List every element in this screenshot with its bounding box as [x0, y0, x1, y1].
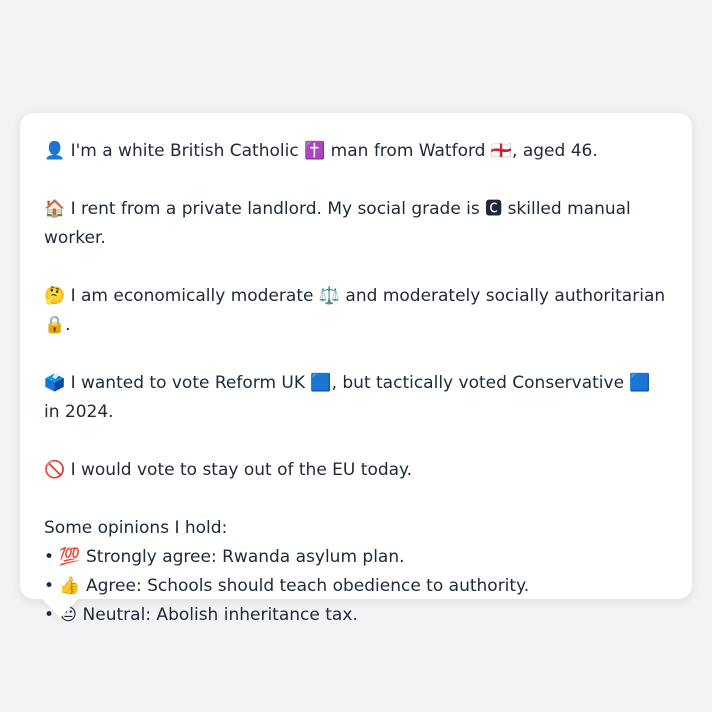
opinion-item: • 💯 Strongly agree: Rwanda asylum plan.: [44, 547, 405, 567]
politics-line: 🤔 I am economically moderate ⚖️ and mode…: [44, 286, 666, 335]
chat-bubble: 👤 I'm a white British Catholic ✝️ man fr…: [20, 113, 692, 625]
opinions-heading: Some opinions I hold:: [44, 518, 228, 538]
opinion-item: • 😐 Neutral: Abolish inheritance tax.: [44, 605, 358, 625]
bubble-tail: [41, 598, 79, 618]
chat-bubble-container: 👤 I'm a white British Catholic ✝️ man fr…: [20, 113, 692, 625]
vote-line: 🗳️ I wanted to vote Reform UK 🟦, but tac…: [44, 373, 651, 422]
identity-line: 👤 I'm a white British Catholic ✝️ man fr…: [44, 141, 598, 161]
eu-line: 🚫 I would vote to stay out of the EU tod…: [44, 460, 413, 480]
housing-line: 🏠 I rent from a private landlord. My soc…: [44, 199, 631, 248]
opinion-item: • 👍 Agree: Schools should teach obedienc…: [44, 576, 530, 596]
